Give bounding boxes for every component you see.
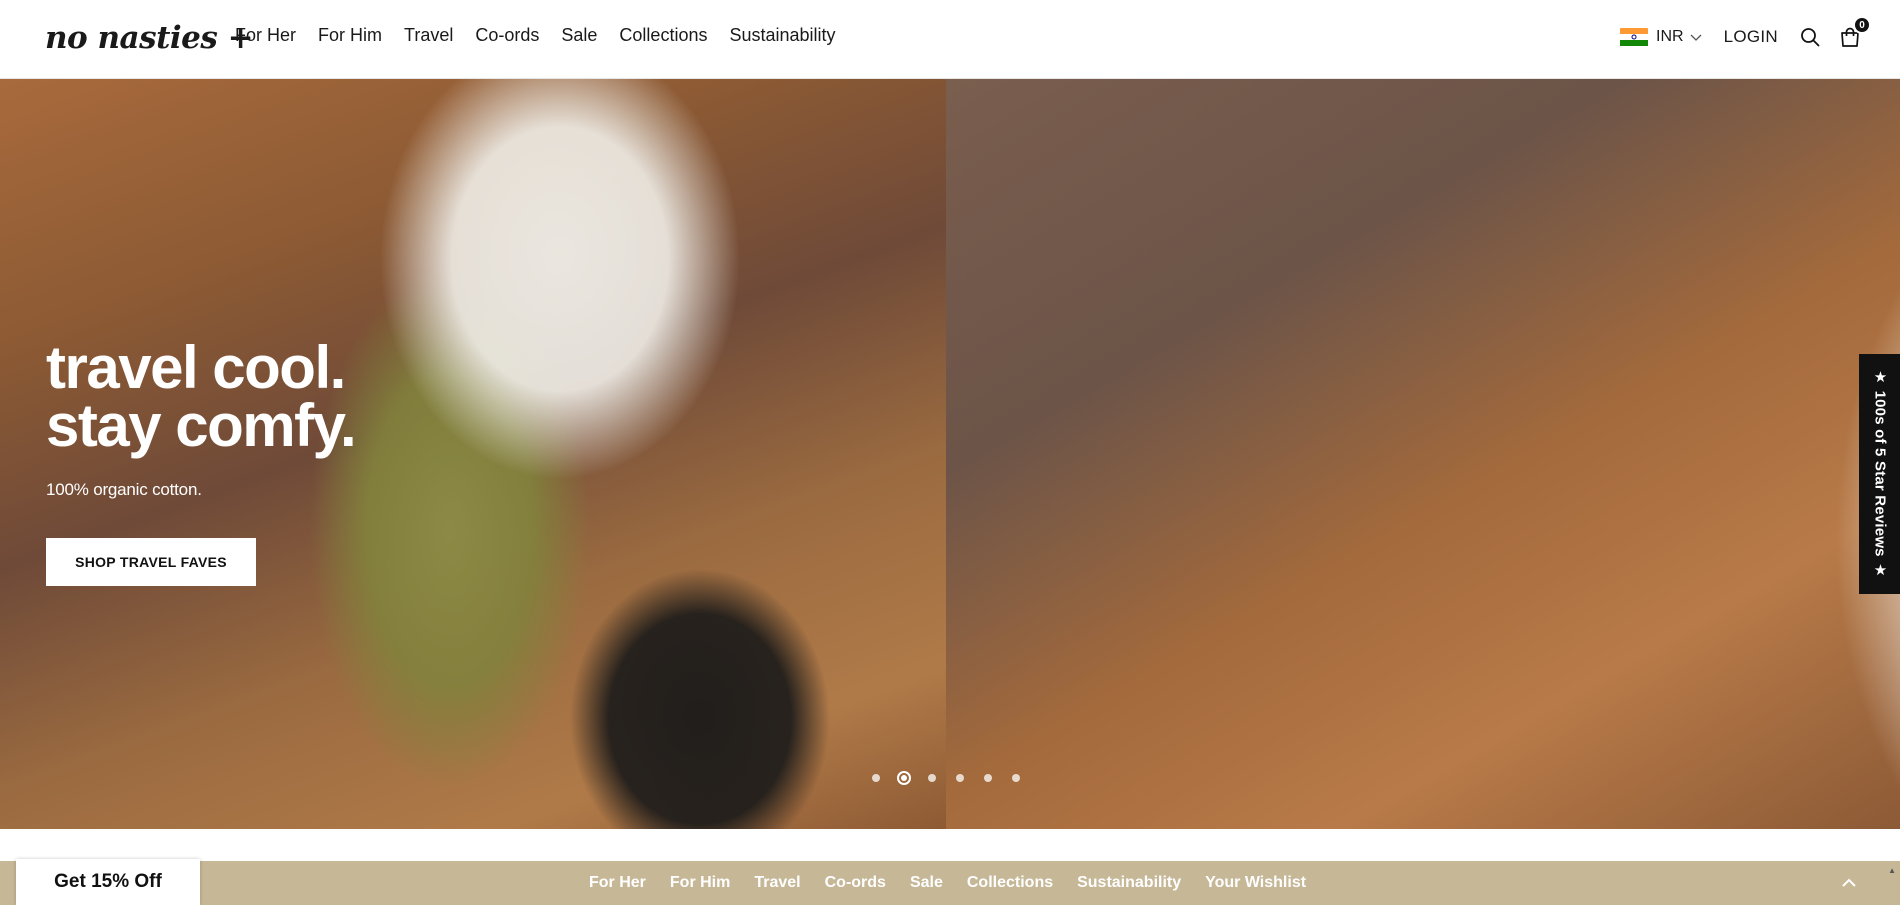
slide-dot-5[interactable] — [984, 774, 992, 782]
bag-icon[interactable]: 0 — [1838, 16, 1871, 49]
chevron-down-icon — [1690, 34, 1702, 41]
bottom-nav-collections[interactable]: Collections — [967, 874, 1053, 892]
nav-link-sustainability[interactable]: Sustainability — [729, 25, 835, 46]
slide-dot-4[interactable] — [956, 774, 964, 782]
discount-popup-button[interactable]: Get 15% Off — [16, 859, 200, 905]
bottom-nav-your-wishlist[interactable]: Your Wishlist — [1205, 874, 1306, 892]
chevron-up-icon[interactable] — [1840, 874, 1858, 892]
slide-dot-2-active[interactable] — [897, 771, 911, 785]
brand-logo[interactable]: no nasties + — [45, 20, 254, 56]
bottom-nav-co-ords[interactable]: Co-ords — [825, 874, 886, 892]
slide-dot-6[interactable] — [1012, 774, 1020, 782]
bottom-sticky-bar: For Her For Him Travel Co-ords Sale Coll… — [0, 861, 1900, 905]
nav-link-co-ords[interactable]: Co-ords — [475, 25, 539, 46]
header-actions: INR LOGIN 0 — [1620, 16, 1871, 52]
hero-title-line-2: stay comfy. — [46, 392, 357, 459]
search-icon[interactable] — [1798, 25, 1822, 49]
slide-dot-3[interactable] — [928, 774, 936, 782]
bottom-nav: For Her For Him Travel Co-ords Sale Coll… — [589, 861, 1330, 905]
nav-link-for-her[interactable]: For Her — [235, 25, 296, 46]
bottom-nav-travel[interactable]: Travel — [754, 874, 800, 892]
login-link[interactable]: LOGIN — [1724, 27, 1778, 47]
hero-image-right — [946, 79, 1900, 829]
reviews-tab-label: ★ 100s of 5 Star Reviews ★ — [1871, 368, 1889, 580]
hero-title: travel cool. stay comfy. — [46, 334, 357, 459]
currency-selector[interactable]: INR — [1620, 27, 1702, 47]
site-header: no nasties + For Her For Him Travel Co-o… — [0, 0, 1900, 79]
slide-pagination — [872, 771, 1040, 785]
nav-link-travel[interactable]: Travel — [404, 25, 453, 46]
shop-travel-faves-button[interactable]: SHOP TRAVEL FAVES — [46, 538, 256, 586]
nav-link-for-him[interactable]: For Him — [318, 25, 382, 46]
nav-link-collections[interactable]: Collections — [619, 25, 707, 46]
hero-subtitle: 100% organic cotton. — [46, 480, 202, 499]
nav-link-sale[interactable]: Sale — [561, 25, 597, 46]
bottom-nav-for-her[interactable]: For Her — [589, 874, 646, 892]
hero-slideshow: travel cool. stay comfy. 100% organic co… — [0, 79, 1900, 829]
cart-count-badge: 0 — [1853, 16, 1871, 34]
bottom-nav-sale[interactable]: Sale — [910, 874, 943, 892]
main-nav: For Her For Him Travel Co-ords Sale Coll… — [235, 25, 858, 46]
scroll-up-arrow-icon[interactable]: ▲ — [1888, 866, 1896, 875]
reviews-side-tab[interactable]: ★ 100s of 5 Star Reviews ★ — [1859, 354, 1900, 594]
bottom-nav-for-him[interactable]: For Him — [670, 874, 730, 892]
bottom-nav-sustainability[interactable]: Sustainability — [1077, 874, 1181, 892]
hero-text: travel cool. stay comfy. 100% organic co… — [46, 334, 357, 500]
slide-dot-1[interactable] — [872, 774, 880, 782]
india-flag-icon — [1620, 27, 1649, 47]
currency-code: INR — [1656, 28, 1684, 45]
hero-title-line-1: travel cool. — [46, 334, 346, 401]
